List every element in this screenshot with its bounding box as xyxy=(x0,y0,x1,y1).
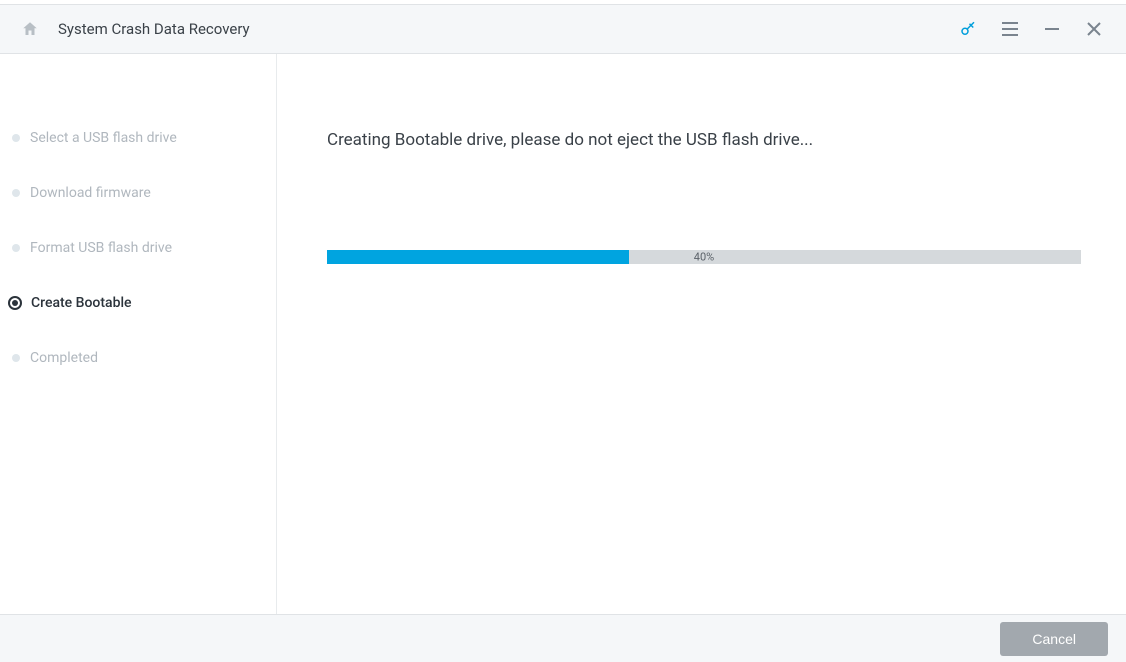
minimize-button[interactable] xyxy=(1038,15,1066,43)
step-format-usb: Format USB flash drive xyxy=(12,240,266,256)
status-text: Creating Bootable drive, please do not e… xyxy=(327,130,1081,150)
step-label: Completed xyxy=(30,350,98,366)
step-label: Select a USB flash drive xyxy=(30,130,177,146)
key-icon[interactable] xyxy=(954,15,982,43)
step-create-bootable: Create Bootable xyxy=(12,295,266,311)
footer-bar: Cancel xyxy=(0,614,1126,662)
cancel-button[interactable]: Cancel xyxy=(1000,622,1108,656)
main-pane: Creating Bootable drive, please do not e… xyxy=(277,54,1126,614)
home-icon[interactable] xyxy=(20,19,40,39)
menu-icon[interactable] xyxy=(996,15,1024,43)
sidebar: Select a USB flash drive Download firmwa… xyxy=(0,54,277,614)
bullet-icon xyxy=(12,189,20,197)
step-label: Format USB flash drive xyxy=(30,240,172,256)
bullet-icon xyxy=(12,134,20,142)
body-area: Select a USB flash drive Download firmwa… xyxy=(0,54,1126,614)
progress-fill xyxy=(327,250,629,264)
bullet-icon xyxy=(12,244,20,252)
bullet-icon xyxy=(12,354,20,362)
step-completed: Completed xyxy=(12,350,266,366)
step-label: Create Bootable xyxy=(31,295,132,311)
page-title: System Crash Data Recovery xyxy=(58,20,250,38)
active-step-icon xyxy=(8,296,22,310)
title-bar: System Crash Data Recovery xyxy=(0,4,1126,54)
progress-bar: 40% xyxy=(327,250,1081,264)
step-select-usb: Select a USB flash drive xyxy=(12,130,266,146)
close-button[interactable] xyxy=(1080,15,1108,43)
step-label: Download firmware xyxy=(30,185,151,201)
progress-label: 40% xyxy=(694,251,714,264)
step-download-firmware: Download firmware xyxy=(12,185,266,201)
